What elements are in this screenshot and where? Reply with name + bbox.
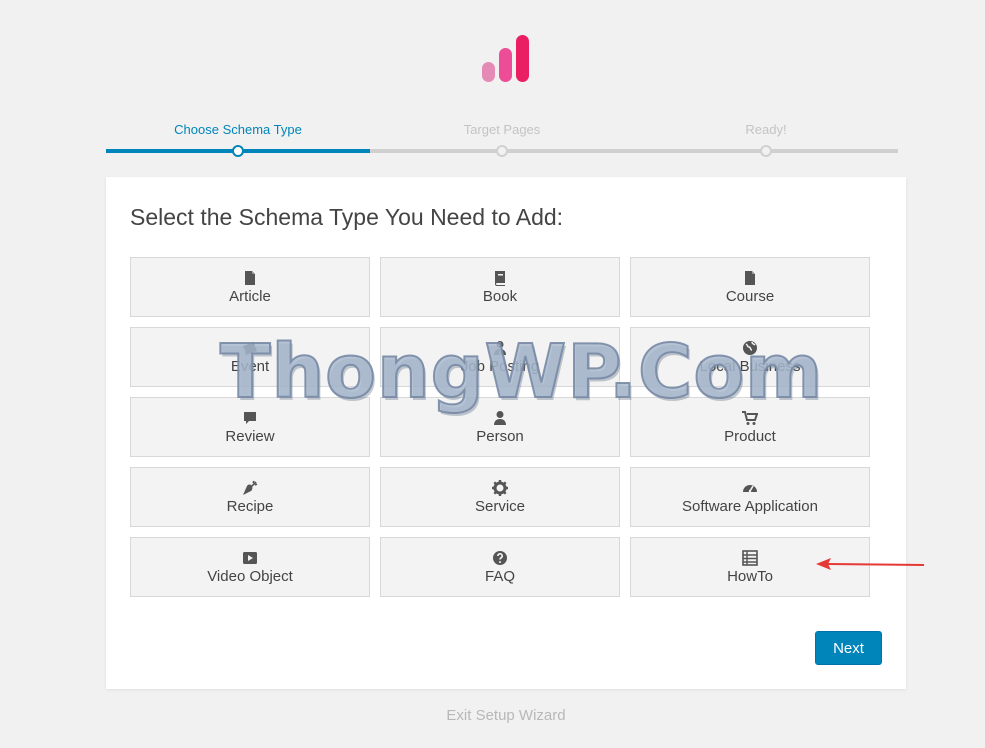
schema-type-label: Book	[482, 288, 518, 305]
schema-type-job-posting-button[interactable]: Job Posting	[380, 327, 620, 387]
gear-icon	[492, 480, 508, 496]
schema-type-faq-button[interactable]: FAQ	[380, 537, 620, 597]
schema-type-grid: Article Book Course Event Job Posting Lo…	[130, 257, 870, 597]
exit-setup-wizard-link[interactable]: Exit Setup Wizard	[106, 707, 906, 724]
carrot-icon	[242, 480, 258, 496]
schema-type-service-button[interactable]: Service	[380, 467, 620, 527]
file-icon	[742, 270, 758, 286]
step-ready: Ready!	[745, 122, 787, 137]
schema-type-label: HowTo	[727, 568, 773, 585]
comment-icon	[242, 410, 258, 426]
card-title: Select the Schema Type You Need to Add:	[130, 204, 564, 230]
gauge-icon	[742, 480, 758, 496]
step-dot-3	[760, 145, 772, 157]
logo	[482, 35, 529, 82]
schema-type-label: Review	[225, 428, 275, 445]
schema-type-book-button[interactable]: Book	[380, 257, 620, 317]
file-icon	[242, 270, 258, 286]
schema-type-label: Job Posting	[460, 358, 540, 375]
schema-type-label: Person	[476, 428, 524, 445]
schema-type-video-object-button[interactable]: Video Object	[130, 537, 370, 597]
schema-type-label: FAQ	[484, 568, 515, 585]
step-dot-1	[232, 145, 244, 157]
schema-type-software-application-button[interactable]: Software Application	[630, 467, 870, 527]
next-button[interactable]: Next	[815, 631, 882, 665]
book-icon	[492, 270, 508, 286]
schema-type-local-business-button[interactable]: Local Business	[630, 327, 870, 387]
schema-type-recipe-button[interactable]: Recipe	[130, 467, 370, 527]
schema-type-course-button[interactable]: Course	[630, 257, 870, 317]
list-icon	[742, 550, 758, 566]
schema-type-label: Article	[229, 288, 271, 305]
question-icon	[492, 550, 508, 566]
user-icon	[492, 410, 508, 426]
wizard-steps: Choose Schema Type Target Pages Ready!	[106, 118, 898, 158]
ticket-icon	[242, 340, 258, 356]
schema-type-label: Video Object	[207, 568, 293, 585]
arrow-annotation	[816, 558, 925, 570]
schema-type-label: Event	[230, 358, 270, 375]
schema-type-article-button[interactable]: Article	[130, 257, 370, 317]
step-choose-schema-type: Choose Schema Type	[174, 122, 302, 137]
user-tie-icon	[492, 340, 508, 356]
schema-type-event-button[interactable]: Event	[130, 327, 370, 387]
setup-wizard-page: Choose Schema Type Target Pages Ready! S…	[0, 0, 985, 748]
schema-type-card: Select the Schema Type You Need to Add: …	[106, 177, 906, 689]
schema-type-review-button[interactable]: Review	[130, 397, 370, 457]
schema-type-person-button[interactable]: Person	[380, 397, 620, 457]
schema-type-label: Recipe	[226, 498, 274, 515]
schema-type-label: Service	[474, 498, 526, 515]
play-icon	[242, 550, 258, 566]
schema-type-label: Local Business	[699, 358, 801, 375]
globe-icon	[742, 340, 758, 356]
schema-type-product-button[interactable]: Product	[630, 397, 870, 457]
schema-type-label: Course	[725, 288, 775, 305]
schema-type-label: Software Application	[682, 498, 818, 515]
step-target-pages: Target Pages	[463, 122, 541, 137]
schema-type-label: Product	[724, 428, 776, 445]
step-dot-2	[496, 145, 508, 157]
cart-icon	[742, 410, 758, 426]
